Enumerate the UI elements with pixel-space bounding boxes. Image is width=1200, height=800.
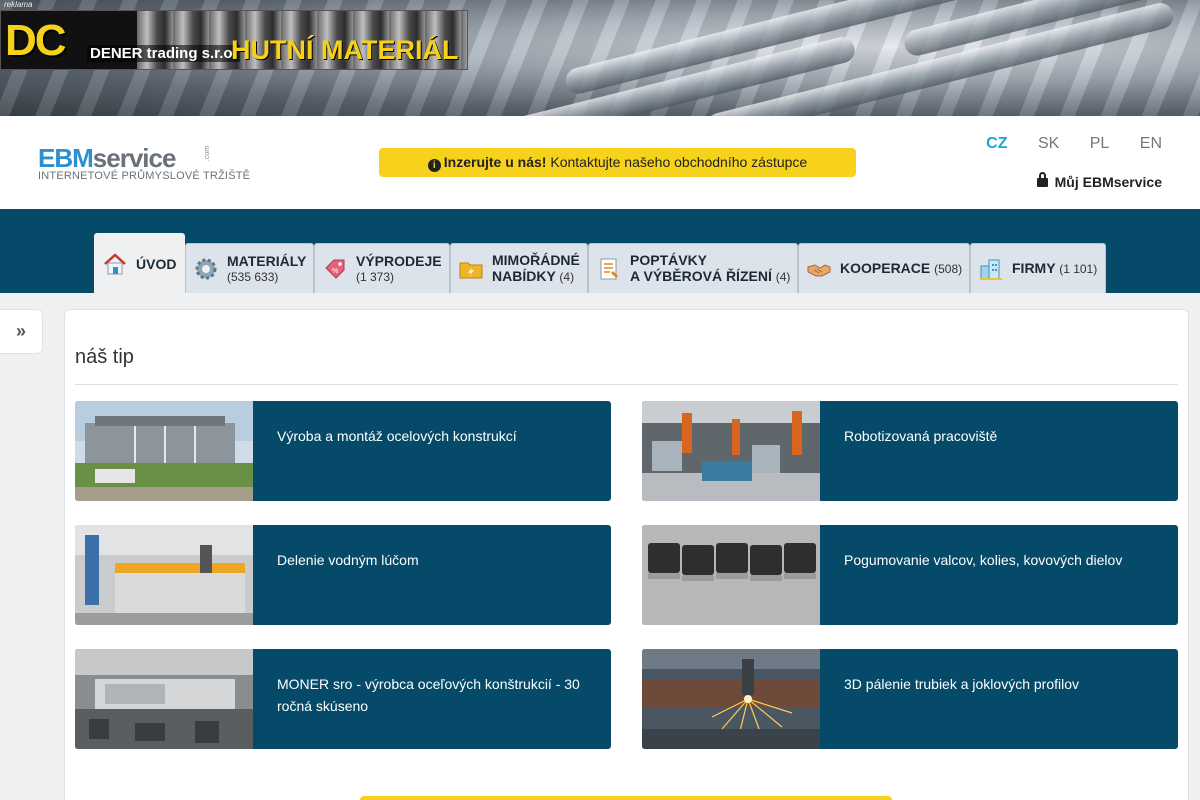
gear-icon <box>195 258 217 279</box>
main-content: náš tip Výroba a montáž ocelových konstr… <box>64 309 1189 800</box>
lang-sk[interactable]: SK <box>1038 135 1059 153</box>
tip-image-robot-workstation <box>642 401 820 501</box>
advertise-notice[interactable]: i Inzerujte u nás! Kontaktujte našeho obc… <box>379 148 856 177</box>
tip-title: 3D pálenie trubiek a joklových profilov <box>844 676 1080 692</box>
site-header: EBMservice .com INTERNETOVÉ PRŮMYSLOVÉ T… <box>0 116 1200 209</box>
tab-count: (508) <box>934 262 963 276</box>
main-navigation: ÚVOD MATERIÁLY (535 633) % VÝPRODEJE (1 37… <box>0 209 1200 293</box>
tab-label: POPTÁVKY <box>630 252 708 268</box>
tab-label-2: NABÍDKY <box>492 268 556 284</box>
tip-card[interactable]: MONER sro - výrobca oceľových konštrukci… <box>75 649 611 749</box>
tab-label: ÚVOD <box>136 255 177 272</box>
tab-vyprodeje[interactable]: % VÝPRODEJE (1 373) <box>314 243 450 293</box>
my-account-link[interactable]: Můj EBMservice <box>1036 172 1162 190</box>
site-logo[interactable]: EBMservice .com INTERNETOVÉ PRŮMYSLOVÉ T… <box>38 144 250 182</box>
lock-icon <box>1036 172 1048 187</box>
ad-logo: DC <box>5 16 67 65</box>
lang-pl[interactable]: PL <box>1090 135 1110 153</box>
tip-card[interactable]: Pogumovanie valcov, kolies, kovových die… <box>642 525 1178 625</box>
tip-image-rubber-coating <box>642 525 820 625</box>
lang-cz[interactable]: CZ <box>986 135 1007 153</box>
tip-image-water-jet <box>75 525 253 625</box>
tab-kooperace[interactable]: KOOPERACE (508) <box>798 243 970 293</box>
double-chevron-right-icon: » <box>15 321 26 341</box>
info-icon: i <box>427 159 441 172</box>
tab-materialy[interactable]: MATERIÁLY (535 633) <box>185 243 314 293</box>
notice-bold: Inzerujte u nás! <box>443 154 547 170</box>
tip-title: Robotizovaná pracoviště <box>844 428 998 444</box>
advertisement-banner[interactable]: DC DENER trading s.r.o. HUTNÍ MATERIÁL <box>0 10 468 70</box>
section-divider <box>75 384 1178 385</box>
tab-count: (1 101) <box>1059 262 1098 276</box>
tab-count: (535 633) <box>227 269 279 284</box>
buildings-icon <box>980 259 1002 280</box>
tab-label: VÝPRODEJE <box>356 252 442 269</box>
tab-poptavky[interactable]: POPTÁVKY A VÝBĚROVÁ ŘÍZENÍ (4) <box>588 243 798 293</box>
tip-image-plasma-cutting <box>642 649 820 749</box>
tag-icon: % <box>325 259 345 279</box>
logo-ebm: EBM <box>38 143 94 173</box>
language-switcher: CZ SK PL EN <box>960 135 1162 153</box>
tab-label: FIRMY <box>1012 260 1056 276</box>
handshake-icon <box>807 263 831 276</box>
tip-title: Delenie vodným lúčom <box>277 552 419 568</box>
tip-image-workshop <box>75 649 253 749</box>
tip-title: Pogumovanie valcov, kolies, kovových die… <box>844 552 1123 568</box>
tab-label-2: A VÝBĚROVÁ ŘÍZENÍ <box>630 268 772 284</box>
tip-image-steel-construction <box>75 401 253 501</box>
ad-label: reklama <box>4 0 33 9</box>
tab-label: KOOPERACE <box>840 260 931 276</box>
tip-card[interactable]: Robotizovaná pracoviště <box>642 401 1178 501</box>
folder-icon <box>459 262 483 278</box>
my-account-label: Můj EBMservice <box>1054 174 1162 190</box>
tip-card[interactable]: Výroba a montáž ocelových konstrukcí <box>75 401 611 501</box>
tab-count: (4) <box>775 270 791 284</box>
home-icon <box>104 252 126 274</box>
more-tips-button[interactable] <box>360 796 892 800</box>
tab-mimoradne-nabidky[interactable]: MIMOŘÁDNÉ NABÍDKY (4) <box>450 243 588 293</box>
ad-company: DENER trading s.r.o. <box>87 45 240 62</box>
svg-text:%: % <box>332 268 338 275</box>
tab-uvod[interactable]: ÚVOD <box>94 233 185 293</box>
tip-card[interactable]: Delenie vodným lúčom <box>75 525 611 625</box>
sidebar-toggle-button[interactable]: » <box>0 309 43 354</box>
tab-label: MATERIÁLY <box>227 252 307 269</box>
tip-card[interactable]: 3D pálenie trubiek a joklových profilov <box>642 649 1178 749</box>
tip-title: Výroba a montáž ocelových konstrukcí <box>277 428 517 444</box>
tab-label: MIMOŘÁDNÉ <box>492 252 580 268</box>
top-banner: reklama DC DENER trading s.r.o. HUTNÍ MA… <box>0 0 1200 116</box>
tab-count: (1 373) <box>356 269 395 284</box>
logo-tagline: INTERNETOVÉ PRŮMYSLOVÉ TRŽIŠTĚ <box>38 170 251 182</box>
document-icon <box>600 258 618 279</box>
tab-firmy[interactable]: FIRMY (1 101) <box>970 243 1106 293</box>
lang-en[interactable]: EN <box>1140 135 1162 153</box>
notice-text: Kontaktujte našeho obchodního zástupce <box>546 154 808 170</box>
tab-count: (4) <box>559 270 575 284</box>
logo-service: service <box>92 143 177 173</box>
logo-com: .com <box>204 145 212 162</box>
tip-title: MONER sro - výrobca oceľových konštrukci… <box>277 676 580 714</box>
ad-headline: HUTNÍ MATERIÁL <box>231 35 459 65</box>
section-title: náš tip <box>75 346 134 368</box>
